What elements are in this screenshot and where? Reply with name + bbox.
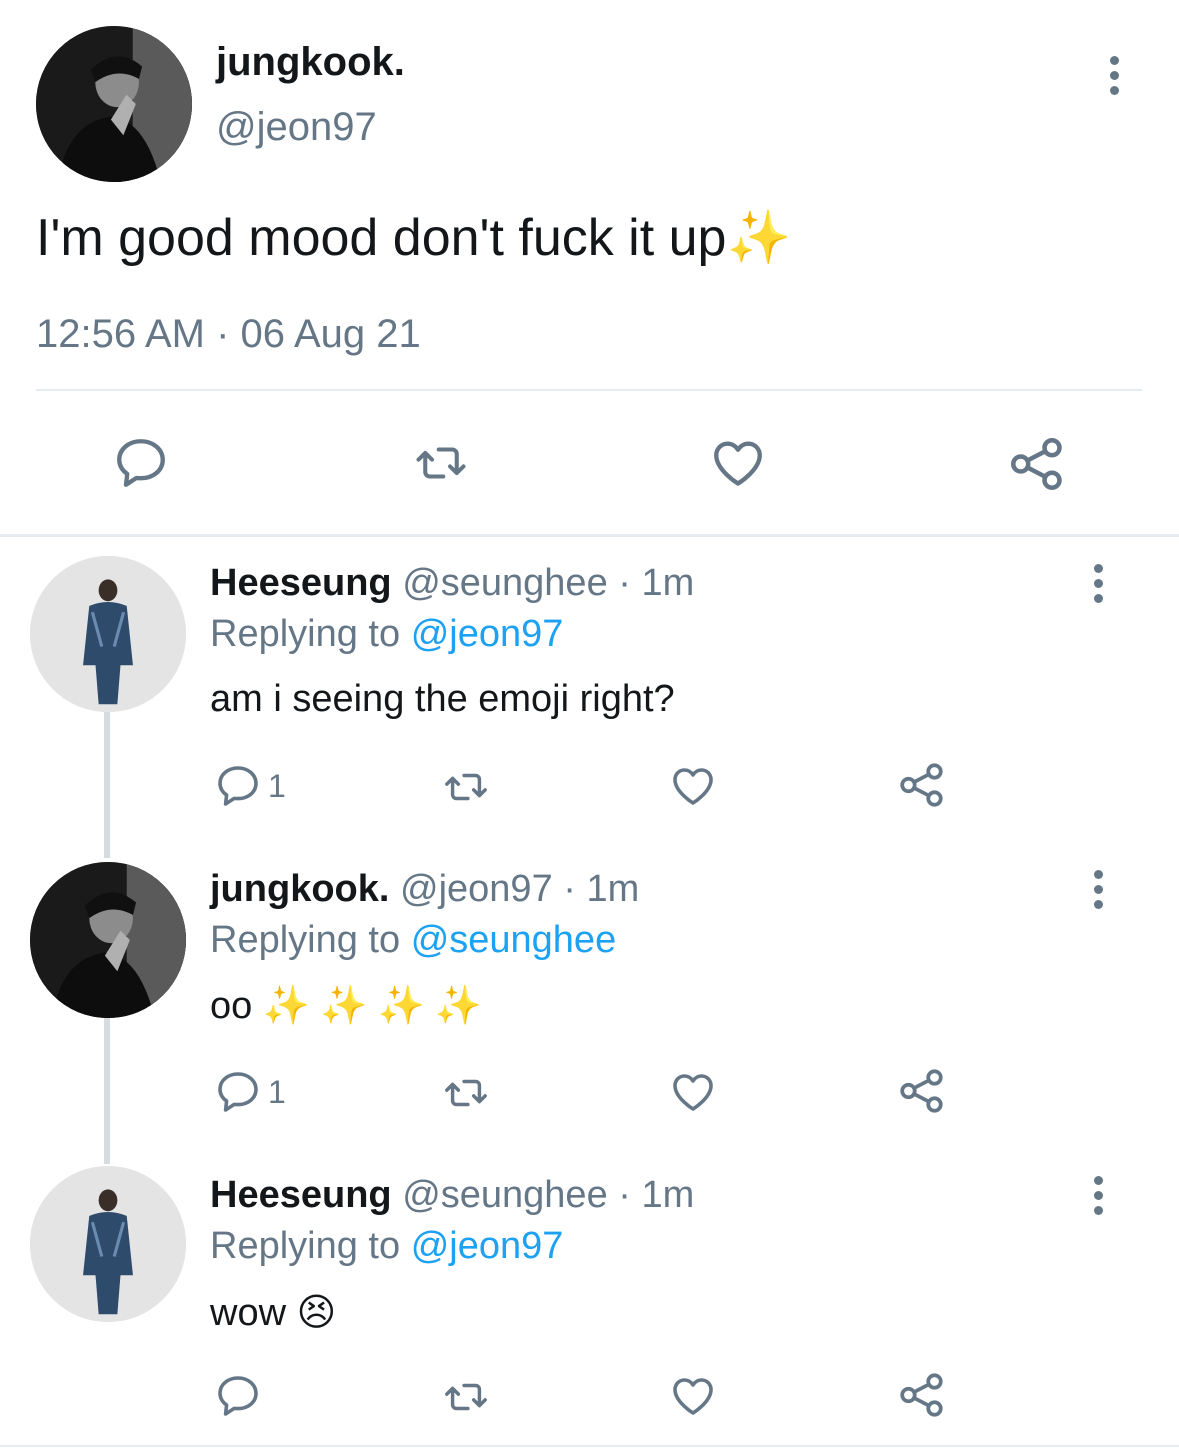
- reply-text: oo ✨✨✨✨: [210, 984, 492, 1028]
- replying-to: Replying to @jeon97: [210, 613, 563, 656]
- avatar[interactable]: [30, 556, 186, 712]
- profile-photo-icon: [30, 556, 186, 712]
- more-options-icon[interactable]: [1088, 1176, 1108, 1215]
- reply-button[interactable]: [112, 434, 170, 492]
- tweet-text-body: I'm good mood don't fuck it up: [36, 209, 727, 267]
- avatar[interactable]: [36, 26, 192, 182]
- thread-line: [104, 1018, 110, 1164]
- share-icon: [900, 1373, 943, 1417]
- share-button[interactable]: [896, 1066, 948, 1116]
- thread-line: [104, 712, 110, 858]
- replying-to-label: Replying to: [210, 919, 401, 961]
- sparkles-emoji: ✨✨✨✨: [262, 985, 493, 1027]
- avatar[interactable]: [30, 1166, 186, 1322]
- author-name[interactable]: jungkook.: [210, 868, 389, 910]
- retweet-button[interactable]: [440, 1070, 492, 1116]
- reply-text-body: oo: [210, 985, 253, 1027]
- reply-icon: [218, 1376, 258, 1416]
- share-icon: [1011, 438, 1062, 490]
- reply-button[interactable]: 1: [214, 762, 286, 810]
- heart-icon: [673, 768, 713, 805]
- reply-header: jungkook. @jeon97 · 1m: [210, 868, 639, 911]
- section-divider: [0, 534, 1179, 537]
- replying-to-handle[interactable]: @jeon97: [411, 1225, 564, 1267]
- like-button[interactable]: [668, 1068, 718, 1116]
- heart-icon: [673, 1378, 713, 1415]
- more-options-icon[interactable]: [1088, 870, 1108, 909]
- like-button[interactable]: [708, 434, 768, 492]
- like-button[interactable]: [668, 762, 718, 810]
- tweet-text: I'm good mood don't fuck it up✨: [36, 207, 791, 268]
- share-button[interactable]: [1006, 434, 1068, 494]
- share-icon: [900, 763, 943, 807]
- reply-icon: [117, 439, 165, 487]
- retweet-icon: [445, 1079, 487, 1107]
- retweet-icon: [445, 773, 487, 801]
- reply-text: am i seeing the emoji right?: [210, 678, 675, 721]
- replying-to-label: Replying to: [210, 1225, 401, 1267]
- reply-time: · 1m: [618, 1174, 695, 1216]
- replying-to: Replying to @jeon97: [210, 1225, 563, 1268]
- author-handle[interactable]: @jeon97: [400, 868, 553, 910]
- retweet-icon: [416, 447, 466, 479]
- replying-to: Replying to @seunghee: [210, 919, 616, 962]
- persevering-face-emoji: 😣: [296, 1292, 337, 1334]
- divider: [36, 389, 1142, 391]
- reply-text-body: wow: [210, 1292, 287, 1334]
- retweet-button[interactable]: [440, 764, 492, 810]
- reply-time: · 1m: [618, 562, 695, 604]
- reply-text-body: am i seeing the emoji right?: [210, 678, 675, 720]
- bottom-divider: [0, 1445, 1179, 1447]
- like-button[interactable]: [668, 1372, 718, 1420]
- replying-to-label: Replying to: [210, 613, 401, 655]
- reply-button[interactable]: [214, 1372, 268, 1420]
- reply-text: wow 😣: [210, 1290, 336, 1335]
- reply-header: Heeseung @seunghee · 1m: [210, 562, 694, 605]
- reply-time: · 1m: [563, 868, 640, 910]
- profile-photo-icon: [36, 26, 192, 182]
- reply-button[interactable]: 1: [214, 1068, 286, 1116]
- tweet-timestamp[interactable]: 12:56 AM · 06 Aug 21: [36, 312, 421, 357]
- profile-photo-icon: [30, 862, 186, 1018]
- author-handle[interactable]: @jeon97: [216, 105, 377, 150]
- replying-to-handle[interactable]: @jeon97: [411, 613, 564, 655]
- reply-icon: [218, 1072, 258, 1112]
- reply-count: 1: [268, 1073, 286, 1110]
- reply-header: Heeseung @seunghee · 1m: [210, 1174, 694, 1217]
- author-name[interactable]: Heeseung: [210, 562, 392, 604]
- more-options-icon[interactable]: [1104, 56, 1124, 95]
- share-icon: [900, 1069, 943, 1113]
- more-options-icon[interactable]: [1088, 564, 1108, 603]
- author-name[interactable]: Heeseung: [210, 1174, 392, 1216]
- share-button[interactable]: [896, 760, 948, 810]
- author-name[interactable]: jungkook.: [216, 40, 405, 85]
- heart-icon: [714, 441, 762, 486]
- heart-icon: [673, 1074, 713, 1111]
- replying-to-handle[interactable]: @seunghee: [411, 919, 617, 961]
- share-button[interactable]: [896, 1370, 948, 1420]
- reply-count: 1: [268, 767, 286, 804]
- avatar[interactable]: [30, 862, 186, 1018]
- retweet-button[interactable]: [410, 436, 472, 490]
- retweet-icon: [445, 1383, 487, 1411]
- profile-photo-icon: [30, 1166, 186, 1322]
- reply-icon: [218, 766, 258, 806]
- author-handle[interactable]: @seunghee: [402, 562, 608, 604]
- sparkles-emoji: ✨: [726, 209, 792, 267]
- author-handle[interactable]: @seunghee: [402, 1174, 608, 1216]
- retweet-button[interactable]: [440, 1374, 492, 1420]
